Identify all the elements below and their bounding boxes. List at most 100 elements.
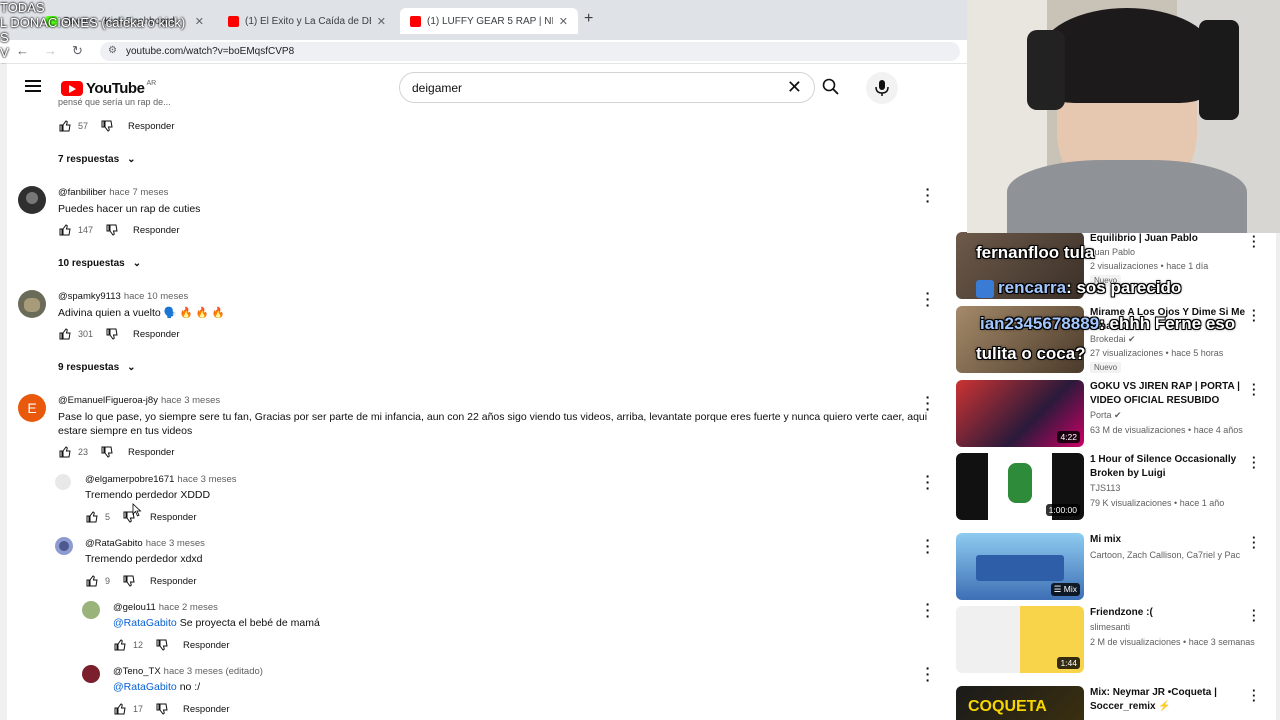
video-title[interactable]: Mix: Neymar JR •Coqueta | Soccer_remix ⚡ <box>1090 686 1250 714</box>
reply-button[interactable]: Responder <box>183 640 229 651</box>
new-tab-icon[interactable]: + <box>584 10 593 28</box>
more-options-icon[interactable]: · · · <box>1252 684 1256 707</box>
recommended-video[interactable]: 4:22 GOKU VS JIREN RAP | PORTA | VIDEO O… <box>956 378 1274 450</box>
channel-name[interactable]: slimesanti <box>1090 622 1130 632</box>
more-options-icon[interactable]: · · · <box>1252 604 1256 627</box>
youtube-logo[interactable]: YouTube AR <box>61 80 156 97</box>
avatar[interactable] <box>55 474 71 490</box>
reply-button[interactable]: Responder <box>133 225 179 236</box>
like-icon[interactable] <box>58 445 72 459</box>
dislike-icon[interactable] <box>155 638 169 652</box>
avatar[interactable]: E <box>18 394 46 422</box>
recommended-video[interactable]: 1:00:00 1 Hour of Silence Occasionally B… <box>956 451 1274 523</box>
mention-link[interactable]: @RataGabito <box>113 617 177 629</box>
comment-text: Puedes hacer un rap de cuties <box>58 203 201 215</box>
video-thumbnail[interactable]: 1:44 <box>956 606 1084 673</box>
like-icon[interactable] <box>58 119 72 133</box>
dislike-icon[interactable] <box>100 119 114 133</box>
video-meta: 2 visualizaciones • hace 1 día <box>1090 261 1209 271</box>
more-options-icon[interactable]: · · · <box>1252 451 1256 474</box>
more-options-icon[interactable]: · · · <box>1252 304 1256 327</box>
more-options-icon[interactable]: · · · <box>1252 378 1256 401</box>
like-icon[interactable] <box>58 327 72 341</box>
video-thumbnail[interactable]: COQUETA <box>956 686 1084 720</box>
avatar[interactable] <box>18 186 46 214</box>
close-icon[interactable]: ✕ <box>377 15 386 28</box>
comment-text-partial: pensé que sería un rap de... <box>58 98 171 107</box>
avatar[interactable] <box>18 290 46 318</box>
close-icon[interactable]: ✕ <box>195 15 204 28</box>
show-replies-button[interactable]: 10 respuestas ⌄ <box>58 258 141 269</box>
more-options-icon[interactable]: · · · <box>925 469 931 495</box>
more-options-icon[interactable]: · · · <box>925 661 931 687</box>
mention-link[interactable]: @RataGabito <box>113 681 177 693</box>
channel-name[interactable]: TJS113 <box>1090 483 1120 493</box>
like-icon[interactable] <box>113 638 127 652</box>
like-icon[interactable] <box>85 510 99 524</box>
scrollbar[interactable] <box>1276 233 1280 720</box>
comment-text: Pase lo que pase, yo siempre sere tu fan… <box>58 411 928 437</box>
like-icon[interactable] <box>58 223 72 237</box>
more-options-icon[interactable]: · · · <box>925 597 931 623</box>
comment-author[interactable]: @elgamerpobre1671 hace 3 meses <box>85 474 237 485</box>
reply-button[interactable]: Responder <box>183 704 229 715</box>
video-title[interactable]: Mi mix <box>1090 533 1250 547</box>
dislike-icon[interactable] <box>155 702 169 716</box>
more-options-icon[interactable]: · · · <box>925 390 931 416</box>
avatar[interactable] <box>55 537 73 555</box>
more-options-icon[interactable]: · · · <box>1252 230 1256 253</box>
mic-icon <box>875 80 889 96</box>
recommended-video[interactable]: 1:44 Friendzone :( slimesanti 2 M de vis… <box>956 604 1274 676</box>
like-icon[interactable] <box>85 574 99 588</box>
new-badge: Nuevo <box>1090 362 1122 373</box>
search-input[interactable]: deigamer <box>412 81 462 95</box>
video-title[interactable]: GOKU VS JIREN RAP | PORTA | VIDEO OFICIA… <box>1090 380 1250 408</box>
video-thumbnail[interactable]: 1:00:00 <box>956 453 1084 520</box>
tab-el-exito[interactable]: (1) El Éxito y La Caída de DEIGA ✕ <box>218 8 396 34</box>
comment-author[interactable]: @gelou11 hace 2 meses <box>113 602 218 613</box>
reply-button[interactable]: Responder <box>150 512 196 523</box>
video-thumbnail[interactable]: 4:22 <box>956 380 1084 447</box>
avatar[interactable] <box>82 665 100 683</box>
tab-luffy-rap[interactable]: (1) LUFFY GEAR 5 RAP | NIKA D ✕ <box>400 8 578 34</box>
reply-button[interactable]: Responder <box>133 329 179 340</box>
more-options-icon[interactable]: · · · <box>925 286 931 312</box>
dislike-icon[interactable] <box>105 327 119 341</box>
video-title[interactable]: Friendzone :( <box>1090 606 1250 620</box>
like-icon[interactable] <box>113 702 127 716</box>
recommended-mix[interactable]: ☰ Mix Mi mix Cartoon, Zach Callison, Ca7… <box>956 531 1274 603</box>
comment-author[interactable]: @Teno_TX hace 3 meses (editado) <box>113 666 263 677</box>
dislike-icon[interactable] <box>122 574 136 588</box>
reply-button[interactable]: Responder <box>128 121 174 132</box>
avatar[interactable] <box>82 601 100 619</box>
channel-name[interactable]: Porta ✔ <box>1090 410 1122 421</box>
search-icon[interactable] <box>822 78 840 96</box>
comment-author[interactable]: @spamky9113 hace 10 meses <box>58 291 188 302</box>
reply-button[interactable]: Responder <box>128 447 174 458</box>
webcam-feed <box>967 0 1280 233</box>
close-icon[interactable]: ✕ <box>559 15 568 28</box>
dislike-icon[interactable] <box>105 223 119 237</box>
channel-name[interactable]: Brokedai ✔ <box>1090 334 1136 345</box>
menu-icon[interactable] <box>25 80 41 92</box>
comment-author[interactable]: @RataGabito hace 3 meses <box>85 538 205 549</box>
comment-author[interactable]: @EmanuelFigueroa-j8y hace 3 meses <box>58 395 220 406</box>
youtube-icon <box>228 15 239 27</box>
dislike-icon[interactable] <box>100 445 114 459</box>
video-thumbnail[interactable]: ☰ Mix <box>956 533 1084 600</box>
more-options-icon[interactable]: · · · <box>925 533 931 559</box>
video-title[interactable]: Equilibrio | Juan Pablo <box>1090 232 1250 246</box>
voice-search-button[interactable] <box>866 72 898 104</box>
reply-button[interactable]: Responder <box>150 576 196 587</box>
show-replies-button[interactable]: 9 respuestas ⌄ <box>58 362 136 373</box>
channel-name[interactable]: Juan Pablo <box>1090 247 1135 257</box>
more-options-icon[interactable]: · · · <box>1252 531 1256 554</box>
video-title[interactable]: 1 Hour of Silence Occasionally Broken by… <box>1090 453 1250 481</box>
clear-search-icon[interactable]: ✕ <box>787 77 802 98</box>
youtube-icon <box>410 15 421 27</box>
comment-author[interactable]: @fanbiliber hace 7 meses <box>58 187 168 198</box>
address-bar[interactable]: ⚙ youtube.com/watch?v=boEMqsfCVP8 <box>100 42 960 61</box>
more-options-icon[interactable]: · · · <box>925 182 931 208</box>
recommended-mix[interactable]: COQUETA Mix: Neymar JR •Coqueta | Soccer… <box>956 684 1274 720</box>
show-replies-button[interactable]: 7 respuestas ⌄ <box>58 154 136 165</box>
